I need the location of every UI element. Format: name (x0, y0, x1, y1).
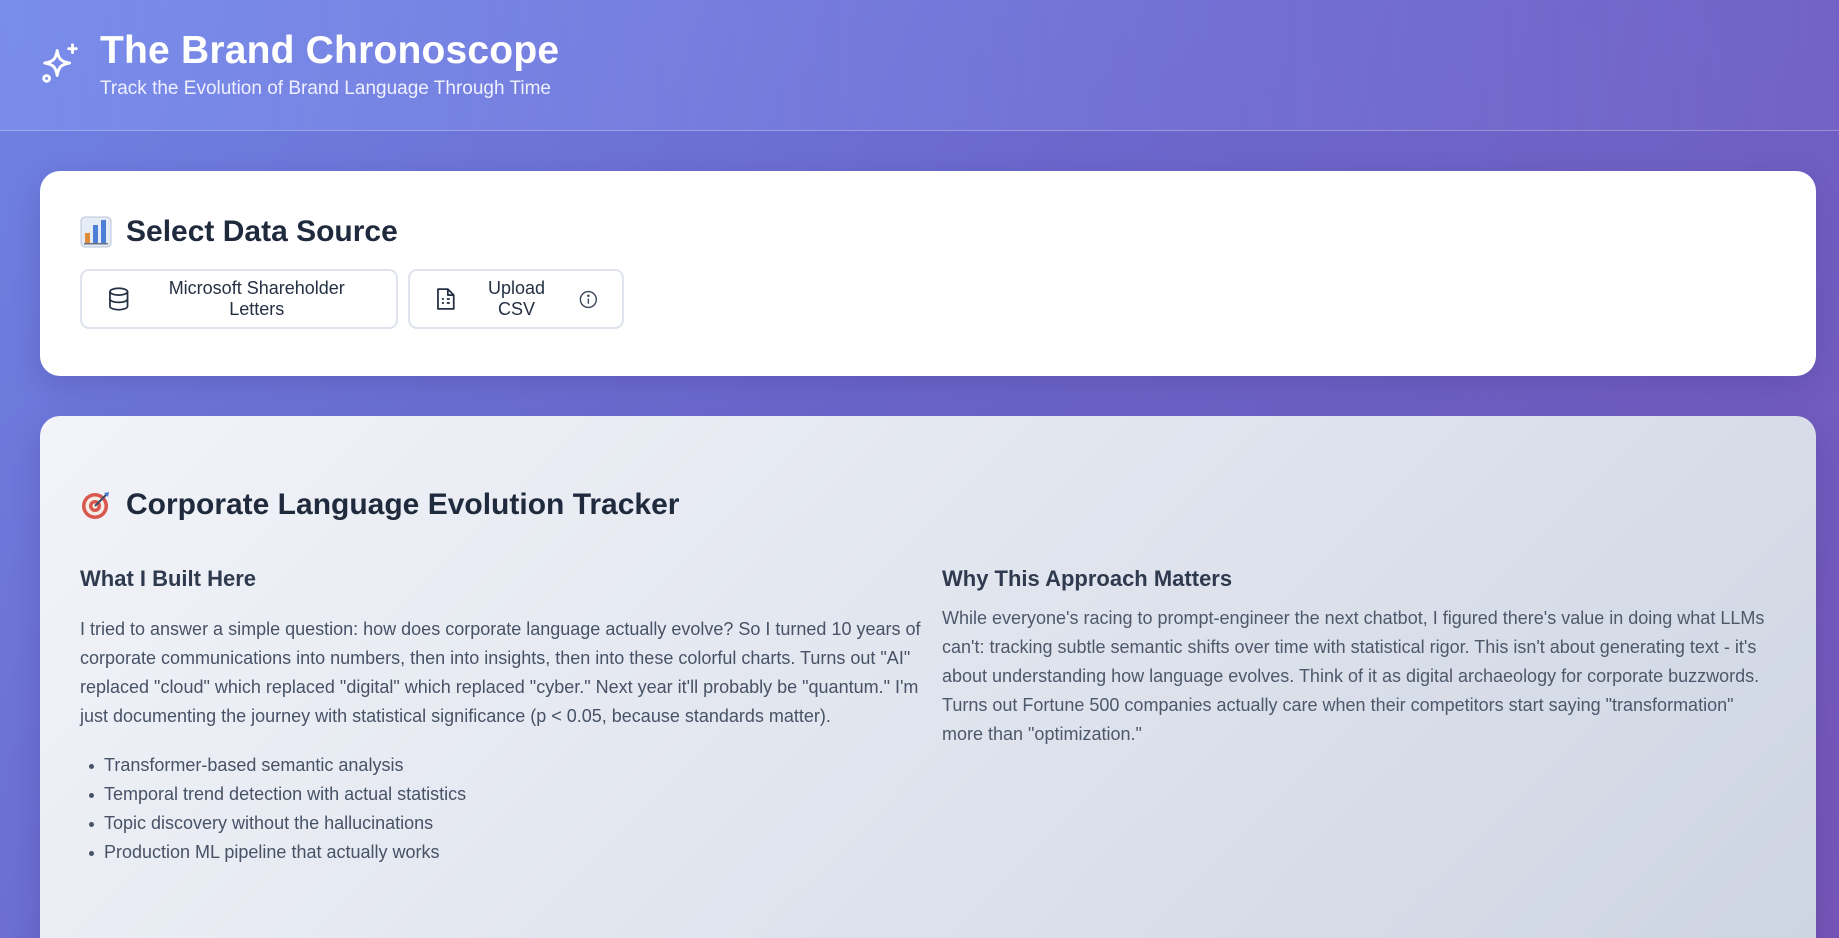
file-spreadsheet-icon (437, 288, 455, 310)
source-button-row: Microsoft Shareholder Letters Upload CSV (80, 269, 1776, 329)
what-i-built-heading: What I Built Here (80, 566, 257, 591)
data-source-title: Select Data Source (126, 215, 398, 248)
sparkles-icon (42, 43, 78, 83)
microsoft-letters-label: Microsoft Shareholder Letters (168, 278, 345, 319)
what-i-built-body: I tried to answer a simple question: how… (80, 619, 921, 726)
app-header: The Brand Chronoscope Track the Evolutio… (0, 0, 1839, 131)
target-emoji-icon (82, 492, 109, 519)
what-i-built-column: What I Built Here I tried to answer a si… (80, 566, 942, 867)
list-item: Transformer-based semantic analysis (80, 751, 942, 780)
why-approach-column: Why This Approach Matters While everyone… (942, 566, 1776, 867)
tracker-heading: Corporate Language Evolution Tracker (80, 488, 1776, 522)
info-icon[interactable] (579, 290, 598, 309)
why-approach-body: While everyone's racing to prompt-engine… (942, 608, 1765, 744)
header-text: The Brand Chronoscope Track the Evolutio… (100, 28, 560, 101)
list-item: Topic discovery without the hallucinatio… (80, 809, 942, 838)
list-item: Temporal trend detection with actual sta… (80, 780, 942, 809)
app-subtitle: Track the Evolution of Brand Language Th… (100, 78, 551, 100)
app-title: The Brand Chronoscope (100, 28, 560, 72)
list-item: Production ML pipeline that actually wor… (80, 838, 942, 867)
upload-csv-label: Upload CSV (487, 278, 546, 319)
upload-csv-button[interactable]: Upload CSV (408, 269, 624, 329)
microsoft-letters-button[interactable]: Microsoft Shareholder Letters (80, 269, 398, 329)
database-icon (109, 287, 129, 311)
why-approach-heading: Why This Approach Matters (942, 566, 1233, 591)
tracker-columns: What I Built Here I tried to answer a si… (80, 566, 1776, 867)
tracker-card: Corporate Language Evolution Tracker Wha… (40, 416, 1816, 938)
bar-chart-emoji-icon (80, 216, 112, 248)
data-source-heading: Select Data Source (80, 215, 1776, 249)
tracker-title: Corporate Language Evolution Tracker (126, 488, 680, 521)
feature-list: Transformer-based semantic analysis Temp… (80, 751, 942, 867)
data-source-card: Select Data Source Microsoft Shareholder… (40, 171, 1816, 376)
